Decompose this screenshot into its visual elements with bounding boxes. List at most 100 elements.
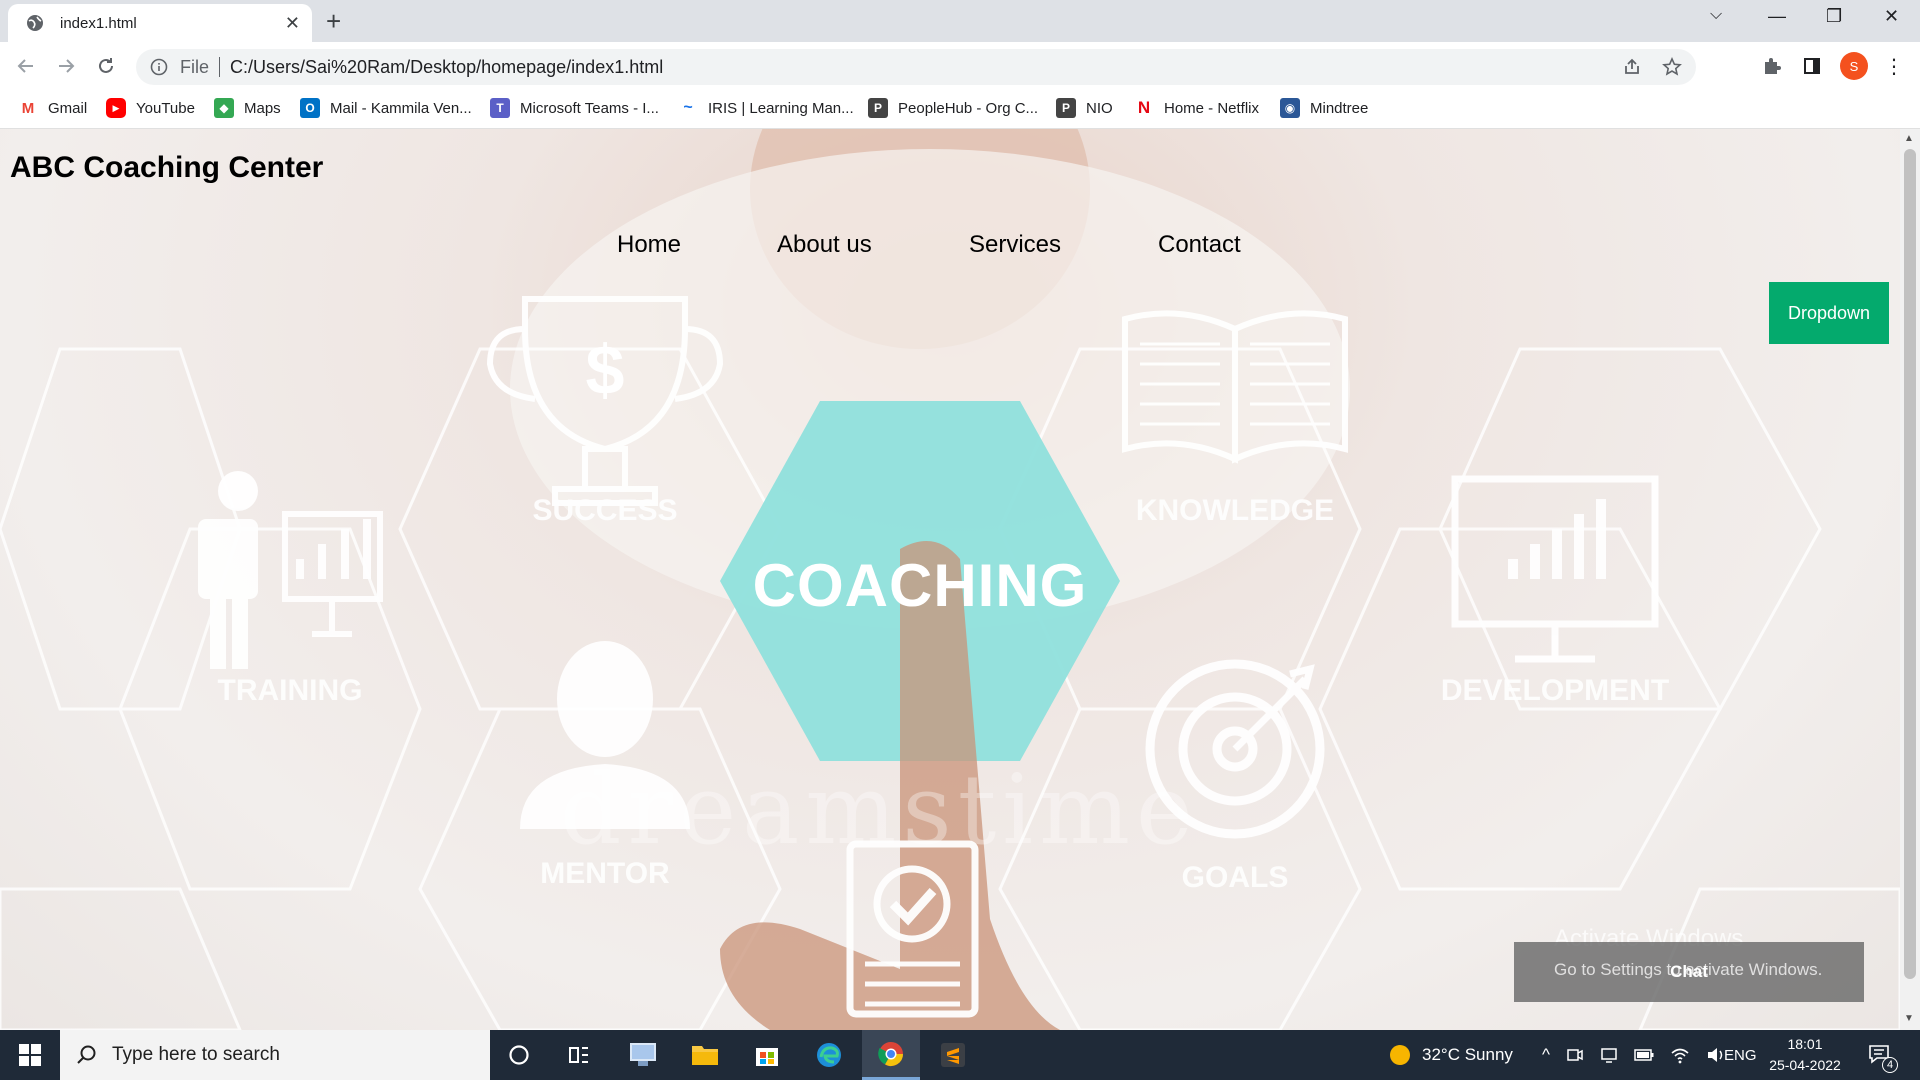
scroll-down-icon[interactable]: ▼ — [1904, 1013, 1914, 1024]
bookmark-mindtree[interactable]: ◉ Mindtree — [1280, 98, 1368, 118]
bookmark-maps[interactable]: ◆ Maps — [214, 98, 281, 118]
weather-text: 32°C Sunny — [1422, 1045, 1513, 1064]
presentation-board-icon — [282, 511, 383, 637]
bookmark-outlook[interactable]: O Mail - Kammila Ven... — [300, 98, 472, 118]
browser-tab[interactable]: index1.html ✕ — [8, 4, 312, 42]
nio-icon: P — [1056, 98, 1076, 118]
iris-icon: ~ — [678, 98, 698, 118]
nav-link-contact[interactable]: Contact — [1158, 231, 1241, 259]
clock-time: 18:01 — [1787, 1036, 1823, 1052]
bookmark-star-icon[interactable] — [1662, 57, 1682, 77]
edge-icon — [817, 1043, 841, 1067]
bookmark-netflix[interactable]: N Home - Netflix — [1134, 98, 1259, 118]
hero-word-training: TRAINING — [217, 674, 363, 707]
bookmark-label: Microsoft Teams - I... — [520, 99, 659, 117]
volume-icon[interactable] — [1706, 1046, 1726, 1064]
scrollbar-thumb[interactable] — [1904, 149, 1916, 979]
new-tab-button[interactable]: + — [326, 8, 341, 34]
url-text[interactable]: C:/Users/Sai%20Ram/Desktop/homepage/inde… — [230, 57, 663, 78]
activate-windows-subtitle: Go to Settings to activate Windows. — [1554, 960, 1823, 979]
display-icon[interactable] — [1600, 1046, 1618, 1064]
remote-desktop-icon — [630, 1043, 656, 1066]
puzzle-icon — [1765, 58, 1781, 74]
language-indicator[interactable]: ENG — [1724, 1030, 1757, 1080]
outlook-icon: O — [300, 98, 320, 118]
bookmark-teams[interactable]: T Microsoft Teams - I... — [490, 98, 659, 118]
forward-button[interactable] — [52, 52, 80, 80]
clock[interactable]: 18:01 25-04-2022 — [1760, 1034, 1850, 1076]
share-icon[interactable] — [1622, 57, 1642, 77]
address-bar[interactable]: File C:/Users/Sai%20Ram/Desktop/homepage… — [136, 49, 1696, 85]
close-window-button[interactable]: ✕ — [1884, 6, 1899, 27]
task-view-button[interactable] — [550, 1030, 608, 1080]
youtube-icon: ▶ — [106, 98, 126, 118]
extensions-button[interactable] — [1758, 52, 1786, 80]
back-button[interactable] — [12, 52, 40, 80]
bookmark-peoplehub[interactable]: P PeopleHub - Org C... — [868, 98, 1038, 118]
chrome-icon — [878, 1041, 903, 1066]
taskbar-app-edge[interactable] — [800, 1030, 858, 1080]
nav-link-about-us[interactable]: About us — [777, 231, 872, 259]
taskbar-app-chrome[interactable] — [862, 1030, 920, 1080]
battery-icon[interactable] — [1634, 1048, 1654, 1062]
page-scrollbar[interactable]: ▲ ▼ — [1900, 129, 1920, 1030]
hero-background-image: $ COACHING SUCCESS KNOWLEDGE TRAINING DE… — [0, 129, 1900, 1030]
tab-title: index1.html — [60, 14, 137, 32]
restore-button[interactable]: ❐ — [1826, 6, 1842, 27]
teams-icon: T — [490, 98, 510, 118]
taskbar-app-sublime-text[interactable] — [924, 1030, 982, 1080]
site-title: ABC Coaching Center — [10, 151, 324, 184]
menu-kebab-icon[interactable]: ⋮ — [1880, 52, 1908, 80]
notification-center-button[interactable]: 4 — [1868, 1030, 1910, 1080]
bookmark-label: Home - Netflix — [1164, 99, 1260, 117]
windows-logo-icon — [19, 1044, 41, 1066]
bookmark-label: Maps — [244, 99, 281, 117]
search-icon — [77, 1045, 96, 1064]
bookmark-youtube[interactable]: ▶ YouTube — [106, 98, 195, 118]
hero-word-coaching: COACHING — [752, 552, 1088, 619]
profile-avatar[interactable]: S — [1840, 52, 1868, 80]
taskbar-app-remote-desktop[interactable] — [614, 1030, 672, 1080]
page-viewport: $ COACHING SUCCESS KNOWLEDGE TRAINING DE… — [0, 129, 1900, 1030]
reload-button[interactable] — [92, 52, 120, 80]
globe-icon — [27, 15, 43, 31]
taskbar-app-file-explorer[interactable] — [676, 1030, 734, 1080]
bookmark-label: NIO — [1086, 99, 1113, 117]
weather-widget[interactable]: 32°C Sunny — [1388, 1030, 1513, 1080]
bookmark-gmail[interactable]: M Gmail — [18, 98, 87, 118]
scroll-up-icon[interactable]: ▲ — [1904, 133, 1914, 144]
hero-word-goals: GOALS — [1181, 861, 1289, 894]
nav-link-home[interactable]: Home — [617, 231, 681, 259]
hero-word-knowledge: KNOWLEDGE — [1135, 494, 1335, 527]
bookmark-nio[interactable]: P NIO — [1056, 98, 1113, 118]
reload-icon — [99, 58, 113, 73]
meet-now-icon[interactable] — [1566, 1046, 1584, 1064]
minimize-button[interactable]: — — [1768, 6, 1786, 27]
folder-icon — [692, 1046, 718, 1065]
task-view-icon — [569, 1047, 588, 1063]
sublime-text-icon — [941, 1043, 965, 1067]
taskbar-search-box[interactable]: Type here to search — [60, 1030, 490, 1080]
bookmark-iris[interactable]: ~ IRIS | Learning Man... — [678, 98, 854, 118]
notification-count-badge: 4 — [1882, 1057, 1898, 1073]
tab-search-chevron-icon[interactable]: ⌵ — [1710, 6, 1722, 24]
taskbar-app-store[interactable] — [738, 1030, 796, 1080]
side-panel-button[interactable] — [1798, 52, 1826, 80]
show-hidden-icons-chevron-icon[interactable]: ^ — [1542, 1045, 1550, 1065]
dropdown-button[interactable]: Dropdown — [1769, 282, 1889, 344]
windows-taskbar: Type here to search 32°C Sunny ^ ENG 18:… — [0, 1030, 1920, 1080]
cortana-button[interactable] — [490, 1030, 548, 1080]
presenter-icon — [198, 471, 258, 669]
mindtree-icon: ◉ — [1280, 98, 1300, 118]
bookmark-label: Gmail — [48, 99, 88, 117]
info-icon[interactable] — [150, 58, 168, 76]
start-button[interactable] — [0, 1030, 60, 1080]
forward-arrow-icon — [59, 59, 75, 73]
file-scheme-label: File — [180, 56, 210, 77]
bookmarks-bar: M Gmail ▶ YouTube ◆ Maps O Mail - Kammil… — [0, 90, 1920, 129]
wifi-icon[interactable] — [1670, 1046, 1690, 1064]
tab-close-icon[interactable]: ✕ — [285, 13, 300, 34]
hero-word-development: DEVELOPMENT — [1440, 674, 1670, 707]
netflix-icon: N — [1134, 98, 1154, 118]
nav-link-services[interactable]: Services — [969, 231, 1061, 259]
